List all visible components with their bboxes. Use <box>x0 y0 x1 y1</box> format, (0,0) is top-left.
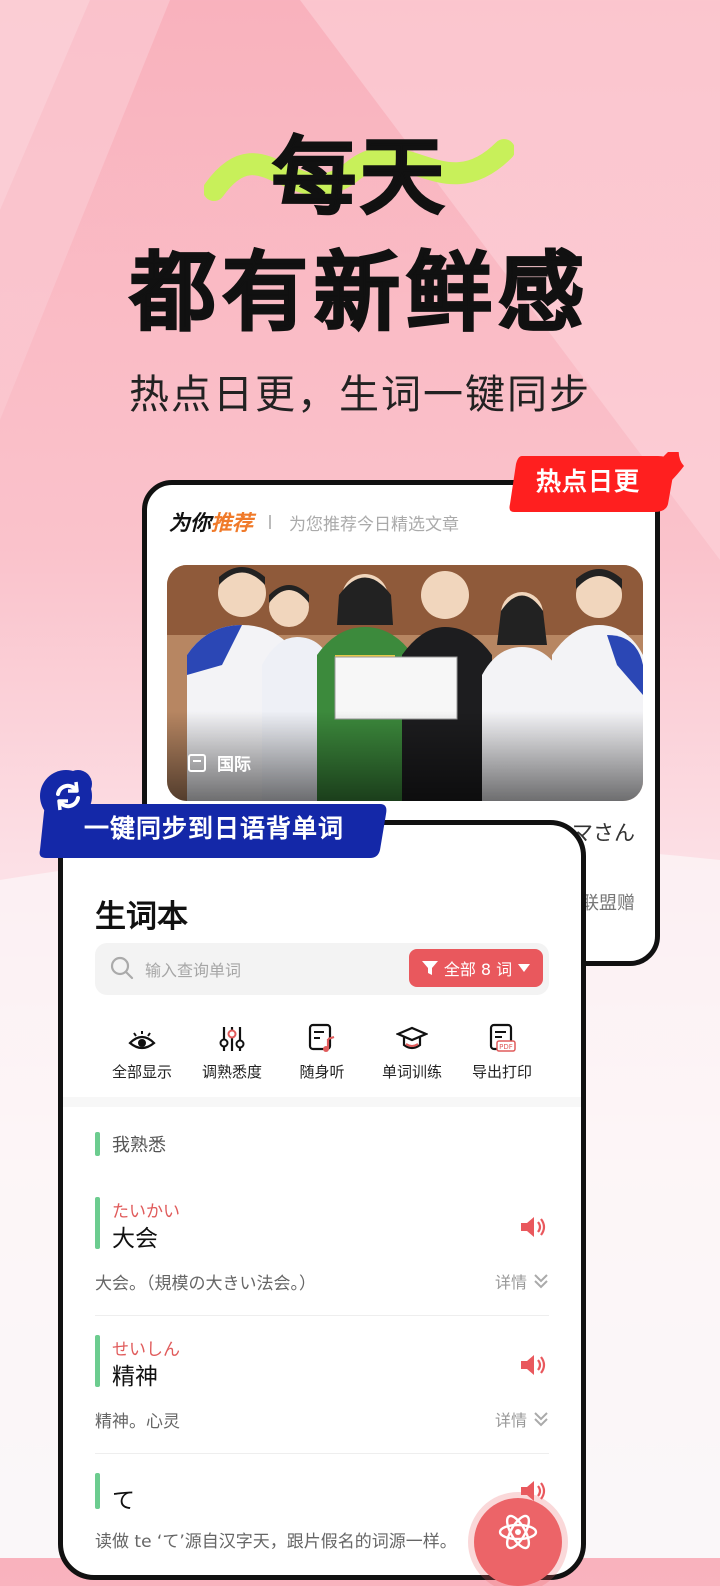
tool-export[interactable]: PDF 导出打印 <box>457 1017 547 1082</box>
music-note-icon <box>308 1023 335 1052</box>
word-meaning: 精神。心灵 <box>95 1412 180 1432</box>
row-divider <box>95 1315 549 1316</box>
floating-action-button[interactable] <box>474 1498 562 1586</box>
search-bar[interactable]: 输入查询单词 全部 8 词 <box>95 943 549 995</box>
tool-label: 随身听 <box>299 1063 345 1081</box>
familiarity-marker <box>95 1197 100 1249</box>
word-term: 精神 <box>112 1364 158 1390</box>
search-icon <box>110 956 134 980</box>
tool-label: 调熟悉度 <box>201 1063 262 1081</box>
row-divider <box>95 1453 549 1454</box>
atom-icon <box>498 1514 538 1550</box>
filter-label: 全部 8 词 <box>443 960 513 979</box>
familiarity-marker <box>95 1335 100 1387</box>
word-term: 大会 <box>112 1226 158 1252</box>
filter-button[interactable]: 全部 8 词 <box>409 949 543 987</box>
double-chevron-down-icon <box>534 1412 548 1427</box>
detail-label: 详情 <box>494 1273 527 1292</box>
svg-text:PDF: PDF <box>499 1043 513 1051</box>
tool-familiarity[interactable]: 调熟悉度 <box>187 1017 277 1082</box>
tool-row: 全部显示 调熟悉度 随身听 单词训练 PDF 导出打印 <box>97 1017 547 1082</box>
section-divider <box>63 1097 581 1107</box>
word-meaning: 读做 te ‘て’源自汉字天，跟片假名的词源一样。 <box>95 1532 457 1552</box>
recommend-description: 为您推荐今日精选文章 <box>289 514 459 535</box>
tool-training[interactable]: 单词训练 <box>367 1017 457 1082</box>
hot-badge-label: 热点日更 <box>535 467 640 496</box>
tool-show-all[interactable]: 全部显示 <box>97 1017 187 1082</box>
article-excerpt-peek: 联盟赠 <box>581 893 635 914</box>
double-chevron-down-icon <box>534 1274 548 1289</box>
group-marker <box>95 1132 100 1156</box>
tool-label: 全部显示 <box>111 1063 172 1081</box>
detail-toggle[interactable]: 详情 <box>495 1407 549 1431</box>
familiarity-marker <box>95 1473 100 1509</box>
sync-badge-label: 一键同步到日语背单词 <box>83 814 344 843</box>
speaker-icon[interactable] <box>519 1353 547 1377</box>
recommend-title-accent: 推荐 <box>211 511 253 535</box>
graduation-cap-icon <box>396 1026 428 1050</box>
tool-label: 导出打印 <box>471 1063 532 1081</box>
word-term: て <box>112 1488 135 1514</box>
eye-icon <box>128 1031 156 1050</box>
sliders-icon <box>219 1027 245 1051</box>
tool-listen[interactable]: 随身听 <box>277 1017 367 1082</box>
speaker-icon[interactable] <box>519 1215 547 1239</box>
recommend-header: 为你 推荐 为您推荐今日精选文章 <box>169 507 459 537</box>
article-photo[interactable]: 国际 <box>167 565 643 801</box>
hero-subtitle: 热点日更，生词一键同步 <box>129 372 591 418</box>
word-meaning: 大会。（規模の大きい法会。） <box>95 1274 316 1294</box>
search-placeholder: 输入查询单词 <box>145 961 242 980</box>
vocab-title: 生词本 <box>95 899 188 935</box>
tool-label: 单词训练 <box>381 1063 442 1081</box>
group-label: 我熟悉 <box>112 1135 166 1156</box>
hot-daily-badge: 热点日更 <box>508 452 684 512</box>
detail-toggle[interactable]: 详情 <box>495 1269 549 1293</box>
vocab-card: 生词本 输入查询单词 全部 8 词 全部显示 调熟悉度 随身听 单词训练 PDF… <box>58 820 586 1580</box>
pdf-icon: PDF <box>489 1023 516 1052</box>
hero-title-line1: 每天 <box>271 127 448 227</box>
group-header: 我熟悉 <box>95 1131 166 1157</box>
header-divider <box>269 515 271 529</box>
chevron-down-icon <box>518 964 531 972</box>
hero-title-line2: 都有新鲜感 <box>129 242 590 344</box>
detail-label: 详情 <box>494 1411 527 1430</box>
filter-icon <box>421 961 438 975</box>
recommend-title: 为你 <box>169 511 211 535</box>
